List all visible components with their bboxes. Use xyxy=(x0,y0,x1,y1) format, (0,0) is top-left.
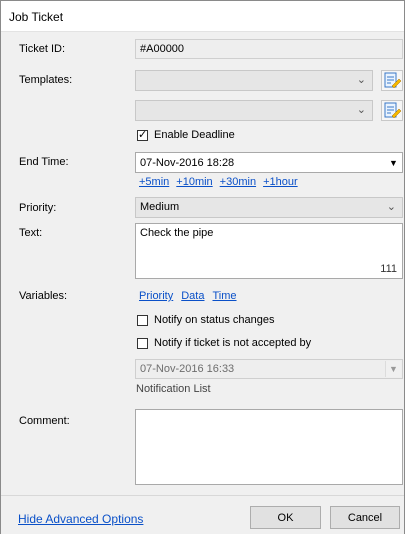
priority-label: Priority: xyxy=(19,202,57,214)
add-1hour-link[interactable]: +1hour xyxy=(263,176,298,188)
checkbox-checked-icon xyxy=(137,128,148,141)
text-label: Text: xyxy=(19,227,43,239)
priority-select[interactable]: Medium ⌄ xyxy=(135,197,403,218)
add-30min-link[interactable]: +30min xyxy=(220,176,256,188)
title-bar: Job Ticket xyxy=(1,1,404,32)
dropdown-arrow-icon: ▼ xyxy=(385,361,401,377)
add-10min-link[interactable]: +10min xyxy=(176,176,212,188)
notify-accept-label: Notify if ticket is not accepted by xyxy=(154,337,312,349)
notify-status-label: Notify on status changes xyxy=(154,314,275,326)
checkbox-icon xyxy=(137,314,148,326)
text-area[interactable]: Check the pipe 111 xyxy=(135,223,403,279)
end-time-picker[interactable]: 07-Nov-2016 18:28 ▼ xyxy=(135,152,403,173)
accept-time-value: 07-Nov-2016 16:33 xyxy=(140,363,235,375)
cancel-button[interactable]: Cancel xyxy=(330,506,400,529)
enable-deadline-checkbox[interactable]: Enable Deadline xyxy=(137,128,235,141)
checkbox-icon xyxy=(137,337,148,349)
edit-note-icon xyxy=(384,72,402,89)
variable-data-link[interactable]: Data xyxy=(181,290,204,302)
variable-priority-link[interactable]: Priority xyxy=(139,290,173,302)
variables-label: Variables: xyxy=(19,290,68,302)
accept-time-picker[interactable]: 07-Nov-2016 16:33 ▼ xyxy=(135,359,403,379)
notification-list-label: Notification List xyxy=(136,383,211,395)
edit-template-button-1[interactable] xyxy=(381,70,403,91)
ticket-id-field: #A00000 xyxy=(135,39,403,59)
template-select-2[interactable]: ⌄ xyxy=(135,100,373,121)
footer-bar: Hide Advanced Options OK Cancel xyxy=(1,495,404,534)
chevron-down-icon: ⌄ xyxy=(356,74,366,86)
window-title: Job Ticket xyxy=(9,10,64,24)
chevron-down-icon: ⌄ xyxy=(386,201,396,213)
template-select-1[interactable]: ⌄ xyxy=(135,70,373,91)
dropdown-arrow-icon: ▼ xyxy=(386,154,401,171)
notify-status-checkbox[interactable]: Notify on status changes xyxy=(137,314,274,326)
text-value: Check the pipe xyxy=(140,227,214,239)
edit-note-icon xyxy=(384,102,402,119)
ok-button[interactable]: OK xyxy=(250,506,321,529)
variables-links: Priority Data Time xyxy=(139,290,237,302)
add-5min-link[interactable]: +5min xyxy=(139,176,169,188)
edit-template-button-2[interactable] xyxy=(381,100,403,121)
char-count: 111 xyxy=(380,263,397,275)
notify-accept-checkbox[interactable]: Notify if ticket is not accepted by xyxy=(137,337,311,349)
comment-textarea[interactable] xyxy=(135,409,403,485)
chevron-down-icon: ⌄ xyxy=(356,104,366,116)
end-time-value: 07-Nov-2016 18:28 xyxy=(140,157,235,169)
templates-label: Templates: xyxy=(19,74,73,86)
enable-deadline-label: Enable Deadline xyxy=(154,129,235,141)
variable-time-link[interactable]: Time xyxy=(212,290,236,302)
ticket-id-label: Ticket ID: xyxy=(19,43,66,55)
end-time-label: End Time: xyxy=(19,156,69,168)
comment-label: Comment: xyxy=(19,415,70,427)
priority-value: Medium xyxy=(140,201,180,213)
end-time-quick-links: +5min +10min +30min +1hour xyxy=(139,176,298,188)
job-ticket-window: Job Ticket Ticket ID: #A00000 Templates:… xyxy=(0,0,405,534)
hide-advanced-options-link[interactable]: Hide Advanced Options xyxy=(18,512,143,526)
